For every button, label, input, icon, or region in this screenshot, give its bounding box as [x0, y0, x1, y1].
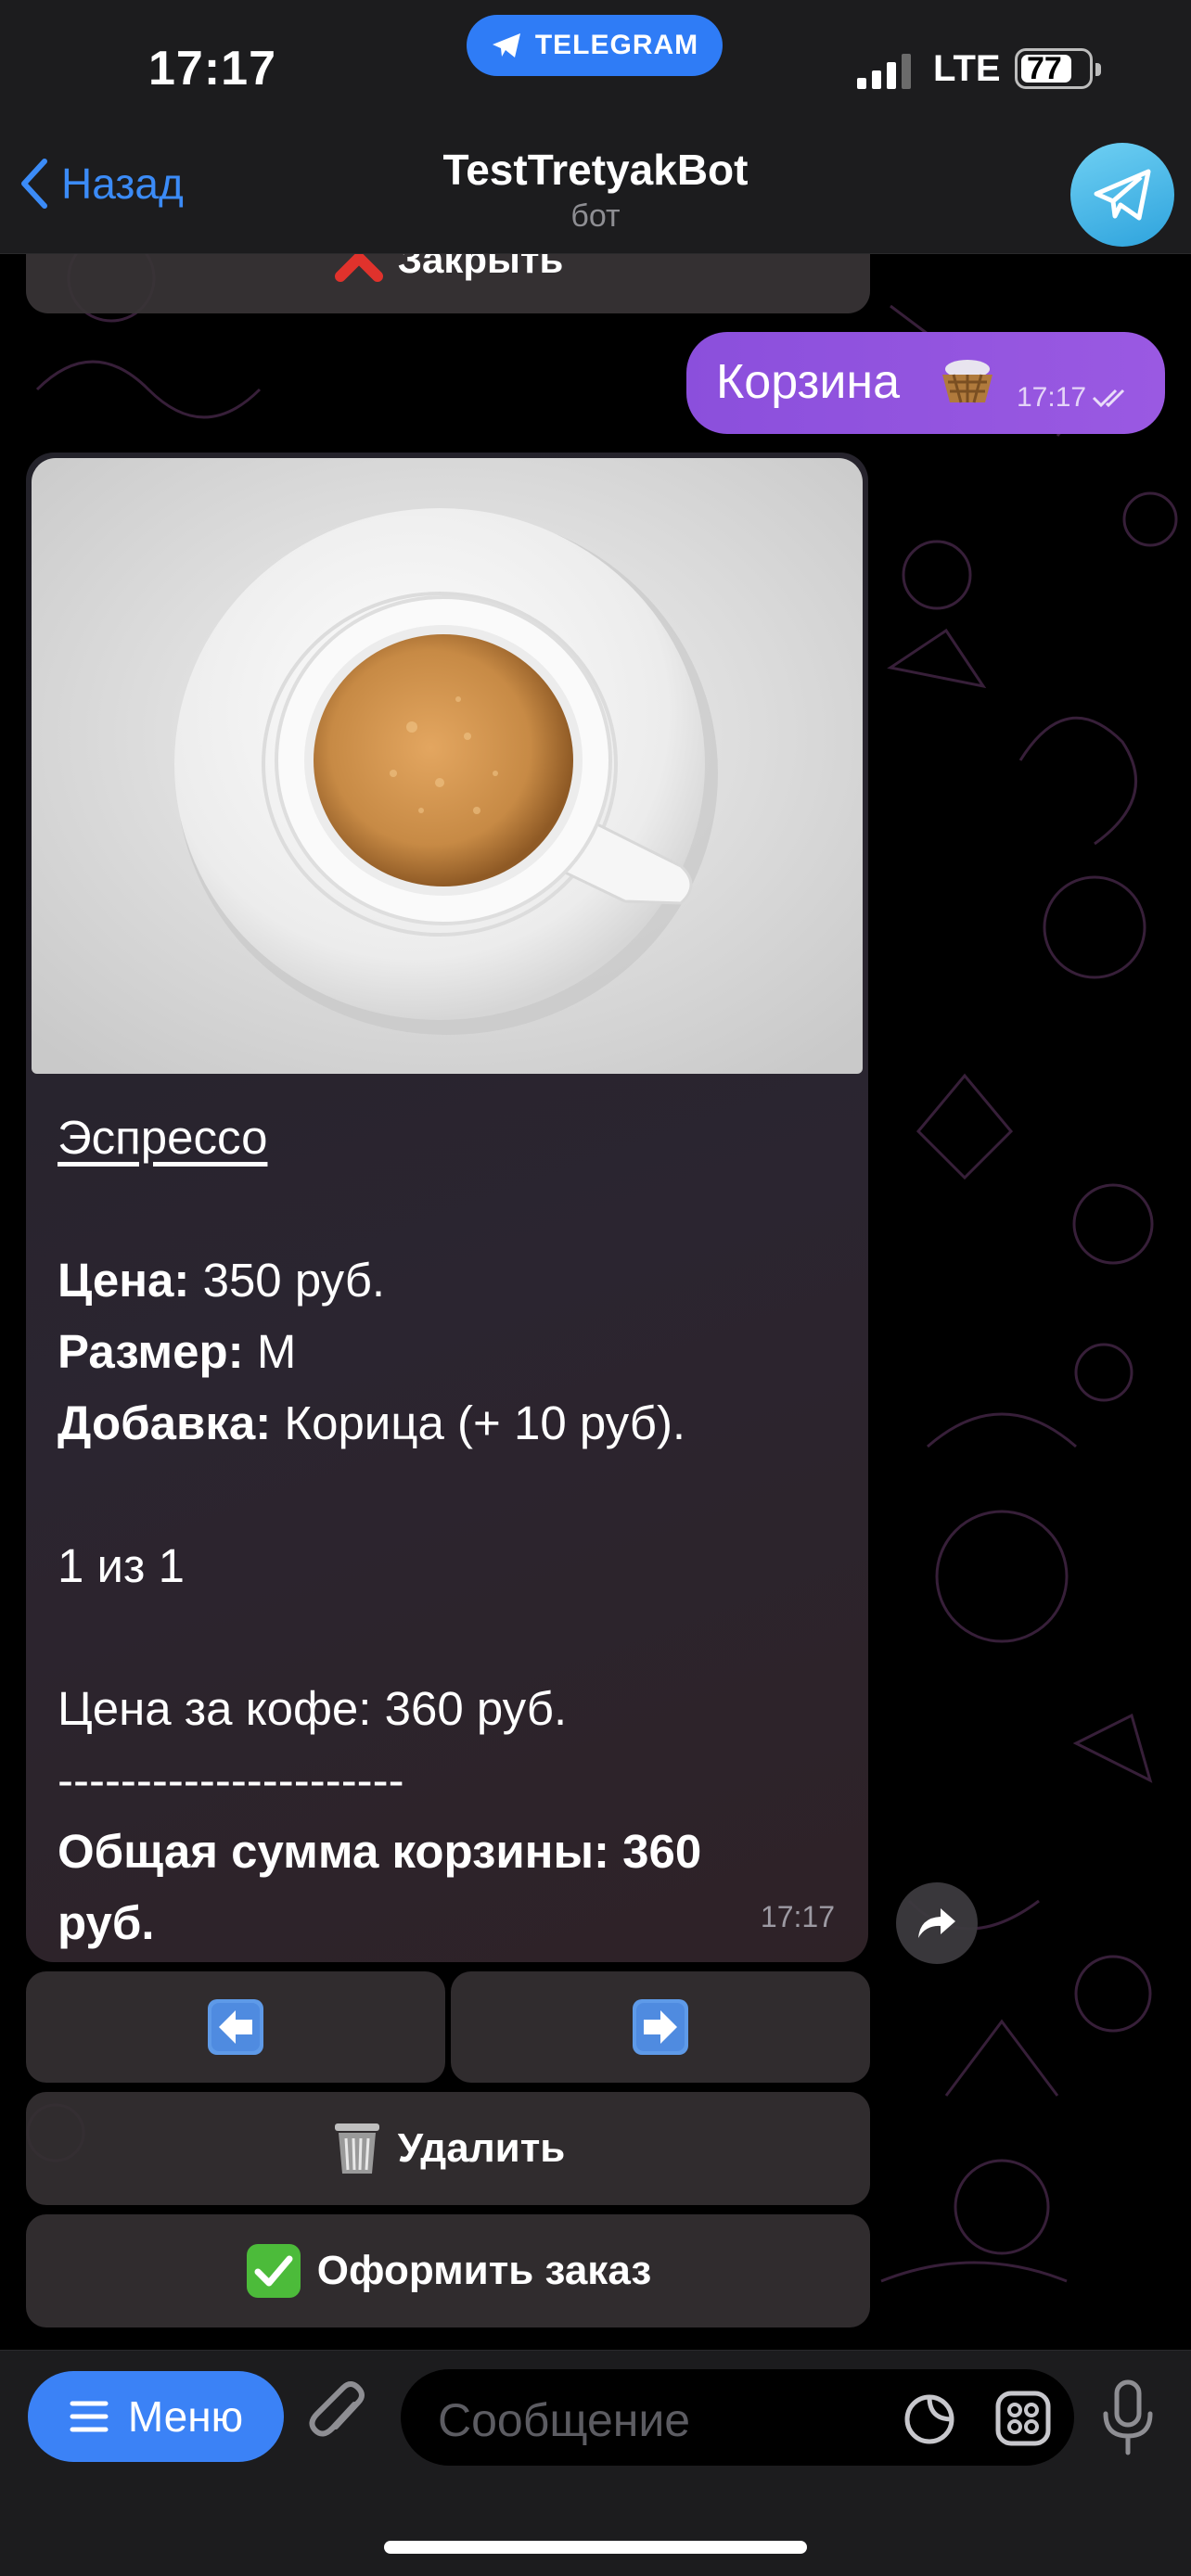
home-indicator[interactable] [384, 2541, 807, 2554]
sticker-icon[interactable] [902, 2391, 957, 2447]
chat-subtitle: бот [570, 198, 621, 234]
message-text: Эспрессо Цена: 350 руб. Размер: M Добавк… [58, 1102, 855, 1958]
espresso-cup-photo [32, 458, 863, 1074]
next-item-button[interactable] [451, 1971, 870, 2083]
message-placeholder: Сообщение [438, 2394, 691, 2446]
paperclip-icon[interactable] [306, 2377, 371, 2455]
addon-label: Добавка: [58, 1396, 272, 1449]
battery-percent: 77 [1027, 51, 1062, 86]
share-arrow-icon [918, 1908, 955, 1938]
check-mark-icon [246, 2244, 301, 2298]
chat-header: Назад TestTretyakBot бот [0, 130, 1191, 254]
addon-row: Добавка: Корица (+ 10 руб). [58, 1387, 855, 1459]
clock: 17:17 [148, 42, 276, 96]
microphone-icon[interactable] [1100, 2378, 1156, 2456]
cart-position: 1 из 1 [58, 1539, 185, 1592]
network-type: LTE [933, 48, 1001, 89]
size-label: Размер: [58, 1325, 244, 1378]
cart-total-line1: Общая сумма корзины: 360 [58, 1825, 702, 1878]
price-label: Цена: [58, 1254, 190, 1307]
wastebasket-icon [334, 2123, 379, 2174]
app-pill-label: TELEGRAM [534, 30, 699, 60]
chat-title[interactable]: TestTretyakBot [0, 145, 1191, 195]
size-value: M [256, 1325, 297, 1378]
price-row: Цена: 350 руб. [58, 1244, 855, 1316]
right-arrow-icon [633, 1999, 688, 2055]
delete-button[interactable]: Удалить [26, 2092, 870, 2205]
battery-icon: 77 [1015, 48, 1101, 89]
double-check-icon [1093, 389, 1125, 408]
bot-menu-button[interactable]: Меню [28, 2371, 284, 2462]
signal-icon [857, 54, 911, 89]
status-bar: 17:17 TELEGRAM LTE 77 [0, 0, 1191, 130]
outgoing-time: 17:17 [1017, 382, 1087, 413]
basket-icon [942, 360, 992, 403]
divider-text: ---------------------- [58, 1753, 404, 1806]
checkout-button[interactable]: Оформить заказ [26, 2214, 870, 2327]
bot-avatar[interactable] [1070, 143, 1174, 247]
menu-button-label: Меню [127, 2392, 244, 2441]
addon-value: Корица (+ 10 руб). [284, 1396, 686, 1449]
message-input[interactable]: Сообщение [401, 2369, 1074, 2466]
bot-commands-icon[interactable] [994, 2390, 1052, 2447]
cart-item-message[interactable]: Эспрессо Цена: 350 руб. Размер: M Добавк… [26, 453, 868, 1962]
cart-total-line2: руб. [58, 1896, 155, 1949]
delete-button-label: Удалить [397, 2125, 566, 2171]
menu-icon [70, 2401, 109, 2432]
share-button[interactable] [896, 1882, 978, 1964]
telegram-plane-icon [1094, 169, 1151, 221]
outgoing-message[interactable]: Корзина 17:17 [686, 332, 1165, 434]
left-arrow-icon [208, 1999, 263, 2055]
message-time: 17:17 [760, 1900, 835, 1933]
checkout-button-label: Оформить заказ [316, 2248, 652, 2293]
prev-item-button[interactable] [26, 1971, 445, 2083]
product-title: Эспрессо [58, 1111, 268, 1164]
outgoing-text: Корзина [716, 355, 901, 409]
outgoing-meta: 17:17 [1017, 382, 1133, 414]
return-to-app-pill[interactable]: TELEGRAM [467, 15, 723, 76]
coffee-price: Цена за кофе: 360 руб. [58, 1682, 568, 1735]
size-row: Размер: M [58, 1316, 855, 1387]
telegram-plane-icon [492, 33, 520, 57]
price-value: 350 руб. [202, 1254, 386, 1307]
